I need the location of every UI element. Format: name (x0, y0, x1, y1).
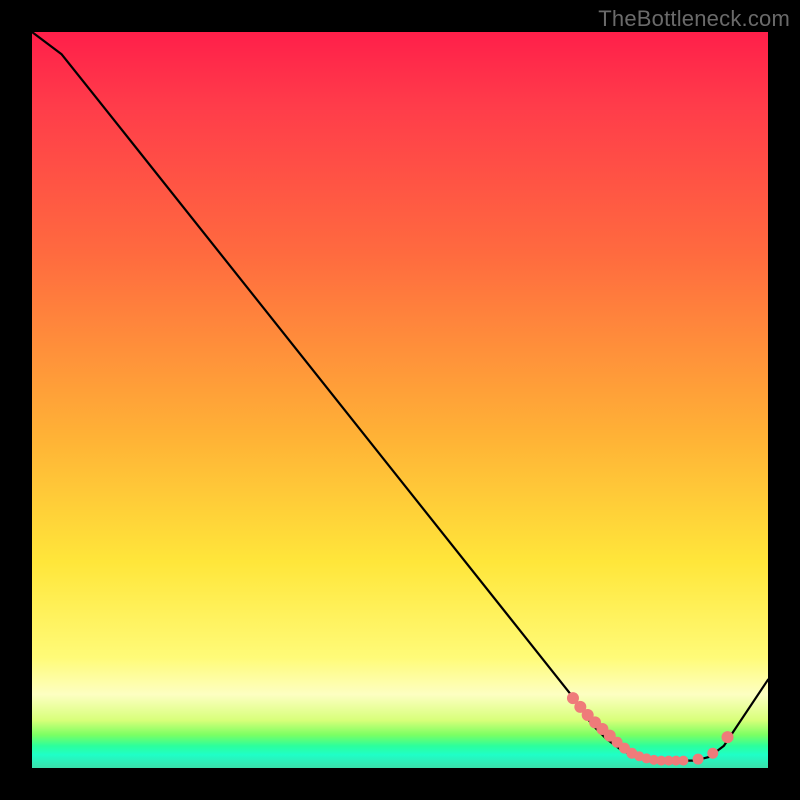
marker-point (678, 756, 688, 766)
marker-point (707, 748, 718, 759)
highlight-markers (567, 692, 734, 766)
bottleneck-curve (32, 32, 768, 761)
chart-svg (32, 32, 768, 768)
marker-point (693, 754, 704, 765)
marker-point (722, 731, 734, 743)
watermark-text: TheBottleneck.com (598, 6, 790, 32)
plot-area (32, 32, 768, 768)
chart-frame: TheBottleneck.com (0, 0, 800, 800)
